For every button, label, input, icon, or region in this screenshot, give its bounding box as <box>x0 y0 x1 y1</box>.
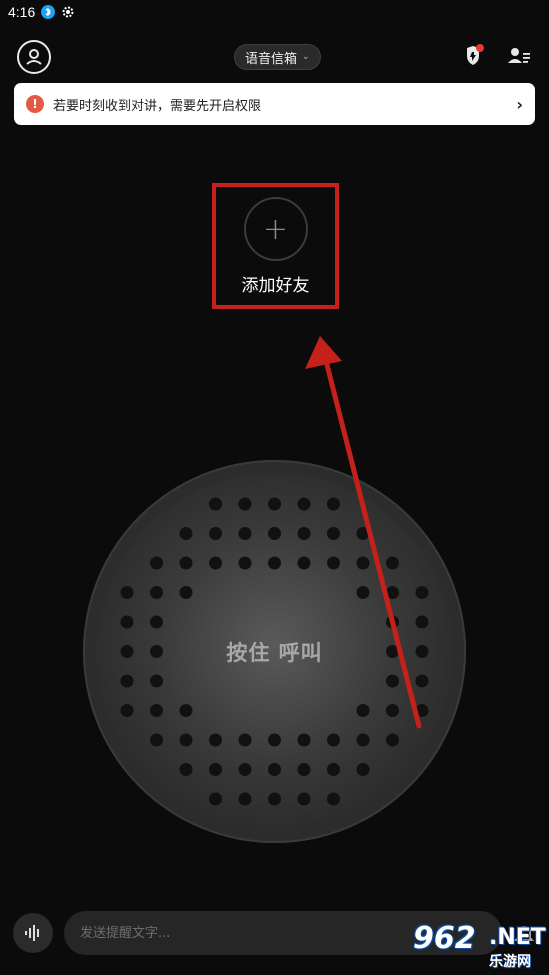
push-to-talk-button[interactable]: 按住 呼叫 <box>83 460 466 843</box>
contacts-list-icon <box>508 48 530 63</box>
chevron-right-icon: › <box>516 94 523 114</box>
watermark-number: 962 <box>413 921 476 956</box>
contacts-button[interactable] <box>506 44 532 68</box>
add-friend-button[interactable]: + <box>243 197 308 261</box>
user-icon <box>26 49 42 65</box>
status-time: 4:16 <box>8 4 36 20</box>
settings-gear-icon <box>61 5 75 19</box>
top-bar: 语音信箱 ⌄ <box>0 38 549 76</box>
site-watermark-logo: 962 .NET 乐游网 <box>405 921 546 971</box>
shield-icon <box>467 44 484 65</box>
profile-avatar-button[interactable] <box>17 40 51 74</box>
bluetooth-icon <box>41 5 56 19</box>
status-bar: 4:16 <box>0 0 549 24</box>
warning-icon: ! <box>26 95 44 113</box>
speaker-grille: 按住 呼叫 <box>96 473 453 830</box>
permission-notice-text: 若要时刻收到对讲，需要先开启权限 <box>53 98 262 114</box>
press-to-call-label: 按住 呼叫 <box>226 640 323 665</box>
voice-mailbox-label: 语音信箱 <box>245 51 298 67</box>
permission-notice-banner[interactable]: ! 若要时刻收到对讲，需要先开启权限 › <box>14 83 535 125</box>
plus-icon: + <box>262 211 289 247</box>
voice-wave-button[interactable] <box>13 913 53 953</box>
watermark-suffix: .NET <box>489 925 546 950</box>
add-friend-highlight-box[interactable]: + 添加好友 <box>212 183 339 309</box>
chevron-down-icon: ⌄ <box>302 52 310 62</box>
sound-wave-icon <box>25 925 39 941</box>
security-shield-button[interactable] <box>461 44 485 68</box>
add-friend-label: 添加好友 <box>241 276 310 296</box>
watermark-subtitle: 乐游网 <box>489 954 531 970</box>
voice-mailbox-selector[interactable]: 语音信箱 ⌄ <box>234 44 321 70</box>
